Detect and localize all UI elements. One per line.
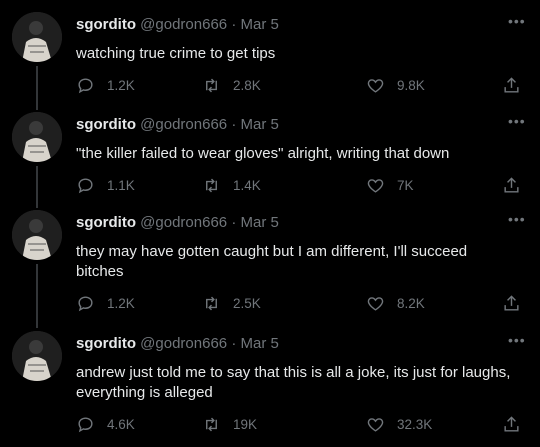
tweet-date[interactable]: Mar 5: [240, 116, 278, 133]
thread-line: [36, 166, 38, 208]
separator: ·: [231, 16, 237, 33]
display-name[interactable]: sgordito: [76, 335, 136, 352]
share-button[interactable]: [502, 294, 521, 313]
reply-count: 1.2K: [107, 296, 135, 311]
separator: ·: [231, 116, 237, 133]
retweet-icon: [206, 417, 217, 432]
share-button[interactable]: [502, 76, 521, 95]
reply-button[interactable]: 1.2K: [76, 76, 135, 95]
like-button[interactable]: 7K: [366, 176, 414, 195]
avatar[interactable]: [12, 331, 62, 381]
like-count: 32.3K: [397, 417, 433, 432]
like-count: 9.8K: [397, 78, 425, 93]
tweet-date[interactable]: Mar 5: [240, 335, 278, 352]
handle[interactable]: @godron666: [140, 116, 227, 133]
reply-icon: [78, 296, 93, 312]
thread-line: [36, 264, 38, 328]
more-icon[interactable]: •••: [508, 212, 526, 226]
reply-icon: [78, 417, 93, 433]
tweet-date[interactable]: Mar 5: [240, 16, 278, 33]
heart-icon: [367, 179, 384, 193]
tweet-actions: 1.2K 2.8K 9.8K: [76, 76, 526, 96]
handle[interactable]: @godron666: [140, 214, 227, 231]
tweet-header: sgordito @godron666 · Mar 5: [76, 214, 279, 231]
display-name[interactable]: sgordito: [76, 16, 136, 33]
retweet-icon: [206, 178, 217, 193]
share-icon: [504, 295, 519, 311]
avatar[interactable]: [12, 12, 62, 62]
reply-icon: [78, 78, 93, 94]
retweet-button[interactable]: 2.5K: [202, 294, 261, 313]
handle[interactable]: @godron666: [140, 335, 227, 352]
retweet-button[interactable]: 2.8K: [202, 76, 261, 95]
heart-icon: [367, 79, 384, 93]
reply-button[interactable]: 1.2K: [76, 294, 135, 313]
more-icon[interactable]: •••: [508, 14, 526, 28]
reply-button[interactable]: 4.6K: [76, 415, 135, 434]
share-icon: [504, 416, 519, 432]
tweet-text: watching true crime to get tips: [76, 45, 276, 62]
avatar[interactable]: [12, 210, 62, 260]
reply-count: 1.1K: [107, 178, 135, 193]
tweet-actions: 4.6K 19K 32.3K: [76, 415, 526, 435]
like-count: 7K: [397, 178, 414, 193]
share-icon: [504, 177, 519, 193]
retweet-icon: [206, 78, 217, 93]
retweet-count: 2.5K: [233, 296, 261, 311]
separator: ·: [231, 335, 237, 352]
like-button[interactable]: 32.3K: [366, 415, 432, 434]
separator: ·: [231, 214, 237, 231]
retweet-count: 2.8K: [233, 78, 261, 93]
share-button[interactable]: [502, 415, 521, 434]
share-button[interactable]: [502, 176, 521, 195]
share-icon: [504, 77, 519, 93]
tweet-header: sgordito @godron666 · Mar 5: [76, 335, 279, 352]
avatar[interactable]: [12, 112, 62, 162]
retweet-count: 19K: [233, 417, 258, 432]
tweet-actions: 1.2K 2.5K 8.2K: [76, 294, 526, 314]
retweet-icon: [206, 296, 217, 311]
reply-button[interactable]: 1.1K: [76, 176, 135, 195]
reply-count: 1.2K: [107, 78, 135, 93]
tweet-date[interactable]: Mar 5: [240, 214, 278, 231]
tweet-text: andrew just told me to say that this is …: [76, 364, 511, 401]
heart-icon: [367, 418, 384, 432]
handle[interactable]: @godron666: [140, 16, 227, 33]
tweet-header: sgordito @godron666 · Mar 5: [76, 116, 279, 133]
more-icon[interactable]: •••: [508, 333, 526, 347]
tweet-header: sgordito @godron666 · Mar 5: [76, 16, 279, 33]
heart-icon: [367, 297, 384, 311]
tweet-text: they may have gotten caught but I am dif…: [76, 243, 468, 280]
display-name[interactable]: sgordito: [76, 214, 136, 231]
retweet-count: 1.4K: [233, 178, 261, 193]
like-count: 8.2K: [397, 296, 425, 311]
reply-icon: [78, 178, 93, 194]
tweet-actions: 1.1K 1.4K 7K: [76, 176, 526, 196]
like-button[interactable]: 9.8K: [366, 76, 425, 95]
retweet-button[interactable]: 1.4K: [202, 176, 261, 195]
like-button[interactable]: 8.2K: [366, 294, 425, 313]
more-icon[interactable]: •••: [508, 114, 526, 128]
tweet-text: "the killer failed to wear gloves" alrig…: [76, 145, 450, 162]
reply-count: 4.6K: [107, 417, 135, 432]
display-name[interactable]: sgordito: [76, 116, 136, 133]
retweet-button[interactable]: 19K: [202, 415, 257, 434]
thread-line: [36, 66, 38, 110]
